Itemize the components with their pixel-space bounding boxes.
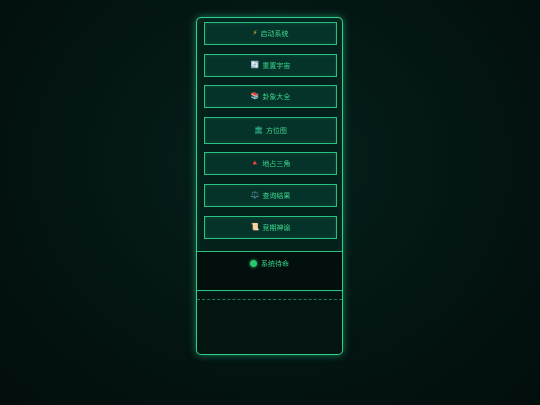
start-system-button[interactable]: ⚡ 启动系统 bbox=[204, 22, 337, 45]
reset-universe-button[interactable]: 🔄 重置宇宙 bbox=[204, 54, 337, 77]
oracle-label: 竞期神谕 bbox=[262, 223, 291, 232]
query-results-button[interactable]: ⚖️ 查询结果 bbox=[204, 184, 337, 207]
status-dot-icon bbox=[250, 260, 257, 267]
geomancy-triangle-label: 地占三角 bbox=[262, 159, 291, 168]
scale-icon: ⚖️ bbox=[250, 191, 260, 199]
output-log-area bbox=[197, 292, 342, 354]
direction-map-label: 方位图 bbox=[265, 126, 287, 135]
app-stage: ⚡ 启动系统 🔄 重置宇宙 📚 卦象大全 🏛 方位图 🔺 地占三角 ⚖️ 查询结… bbox=[0, 0, 540, 405]
triangle-icon: 🔺 bbox=[250, 159, 260, 167]
hexagram-catalog-label: 卦象大全 bbox=[262, 92, 291, 101]
status-indicator: 系统待命 bbox=[197, 251, 342, 291]
query-results-label: 查询结果 bbox=[262, 191, 291, 200]
control-panel: ⚡ 启动系统 🔄 重置宇宙 📚 卦象大全 🏛 方位图 🔺 地占三角 ⚖️ 查询结… bbox=[196, 17, 343, 355]
books-icon: 📚 bbox=[250, 92, 260, 100]
hexagram-catalog-button[interactable]: 📚 卦象大全 bbox=[204, 85, 337, 108]
reset-universe-label: 重置宇宙 bbox=[262, 61, 291, 70]
lightning-icon: ⚡ bbox=[252, 29, 258, 37]
oracle-button[interactable]: 📜 竞期神谕 bbox=[204, 216, 337, 239]
status-label: 系统待命 bbox=[261, 260, 289, 268]
geomancy-triangle-button[interactable]: 🔺 地占三角 bbox=[204, 152, 337, 175]
classical-building-icon: 🏛 bbox=[254, 126, 263, 134]
log-divider bbox=[197, 299, 342, 300]
start-system-label: 启动系统 bbox=[260, 29, 289, 38]
direction-map-button[interactable]: 🏛 方位图 bbox=[204, 117, 337, 144]
scroll-icon: 📜 bbox=[250, 223, 260, 231]
refresh-icon: 🔄 bbox=[250, 61, 260, 69]
